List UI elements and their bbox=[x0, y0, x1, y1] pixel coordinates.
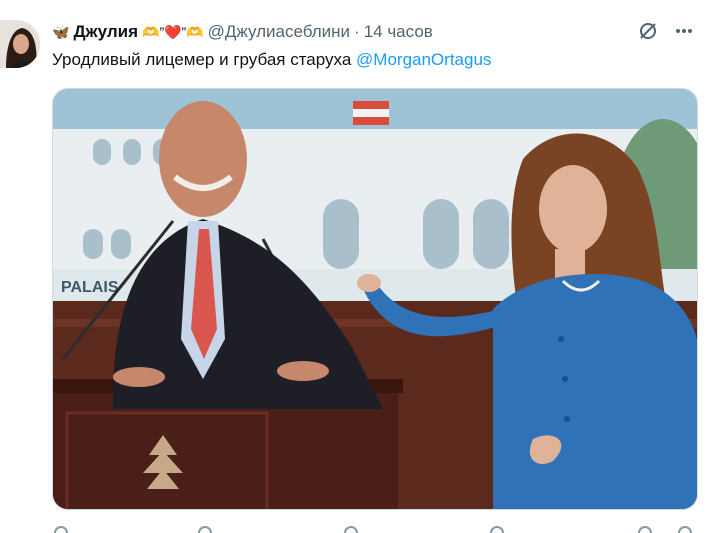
tweet[interactable]: 🦋 Джулия 🫶”❤️”🫶 @Джулиасеблини · 14 часо… bbox=[0, 0, 707, 533]
tweet-header: 🦋 Джулия 🫶”❤️”🫶 @Джулиасеблини · 14 часо… bbox=[52, 20, 433, 44]
name-decoration: 🫶”❤️”🫶 bbox=[142, 23, 204, 40]
grok-icon[interactable] bbox=[637, 20, 659, 42]
photo-image: PALAIS bbox=[53, 89, 697, 509]
display-name[interactable]: Джулия bbox=[73, 22, 138, 42]
reply-icon[interactable] bbox=[54, 526, 68, 533]
timestamp[interactable]: 14 часов bbox=[364, 22, 433, 42]
tweet-body: Уродливый лицемер и грубая старуха bbox=[52, 50, 357, 69]
avatar-image bbox=[0, 20, 40, 68]
butterfly-icon: 🦋 bbox=[52, 23, 70, 40]
tweet-actions-bar bbox=[52, 522, 698, 533]
views-icon[interactable] bbox=[490, 526, 504, 533]
tweet-photo[interactable]: PALAIS bbox=[52, 88, 698, 510]
tweet-text: Уродливый лицемер и грубая старуха @Morg… bbox=[52, 48, 491, 72]
bookmark-icon[interactable] bbox=[638, 526, 652, 533]
retweet-icon[interactable] bbox=[198, 526, 212, 533]
header-actions bbox=[637, 20, 695, 42]
separator-dot: · bbox=[354, 22, 360, 41]
mention-link[interactable]: @MorganOrtagus bbox=[356, 50, 491, 69]
user-handle[interactable]: @Джулиасеблини bbox=[208, 22, 350, 42]
like-icon[interactable] bbox=[344, 526, 358, 533]
palais-sign-text: PALAIS bbox=[61, 279, 119, 296]
share-icon[interactable] bbox=[678, 526, 692, 533]
avatar[interactable] bbox=[0, 20, 40, 68]
more-icon[interactable] bbox=[673, 20, 695, 42]
